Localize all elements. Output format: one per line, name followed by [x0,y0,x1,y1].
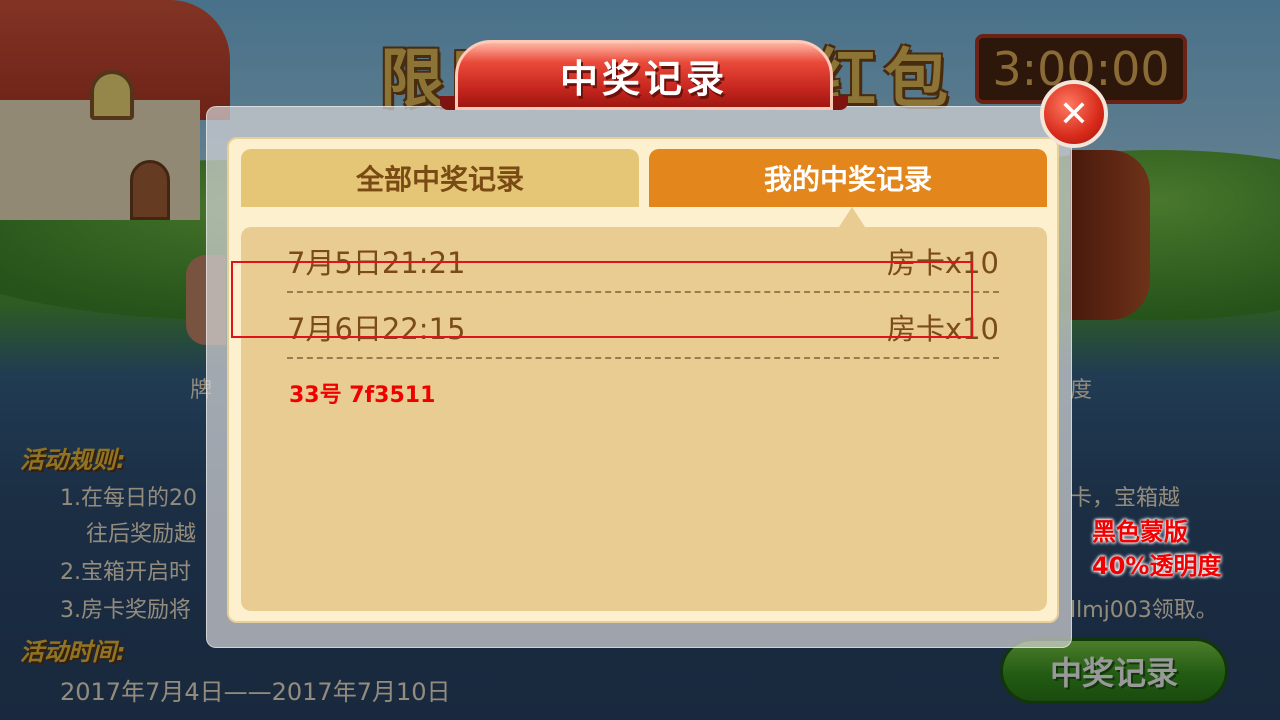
annotation-note: 33号 7f3511 [289,383,436,408]
dialog-title: 中奖记录 [455,40,833,110]
tab-my-records[interactable]: 我的中奖记录 [649,149,1047,207]
mask-annotation-line1: 黑色蒙版 [1092,518,1188,546]
close-icon: ✕ [1058,93,1090,135]
records-dialog: 全部中奖记录 我的中奖记录 7月5日21:21 房卡x10 7月6日22:15 … [206,106,1072,648]
tab-all-records[interactable]: 全部中奖记录 [241,149,639,207]
mask-annotation-line2: 40%透明度 [1092,552,1222,580]
active-tab-indicator [839,207,865,227]
close-button[interactable]: ✕ [1040,80,1108,148]
annotation-highlight-box [231,261,973,338]
